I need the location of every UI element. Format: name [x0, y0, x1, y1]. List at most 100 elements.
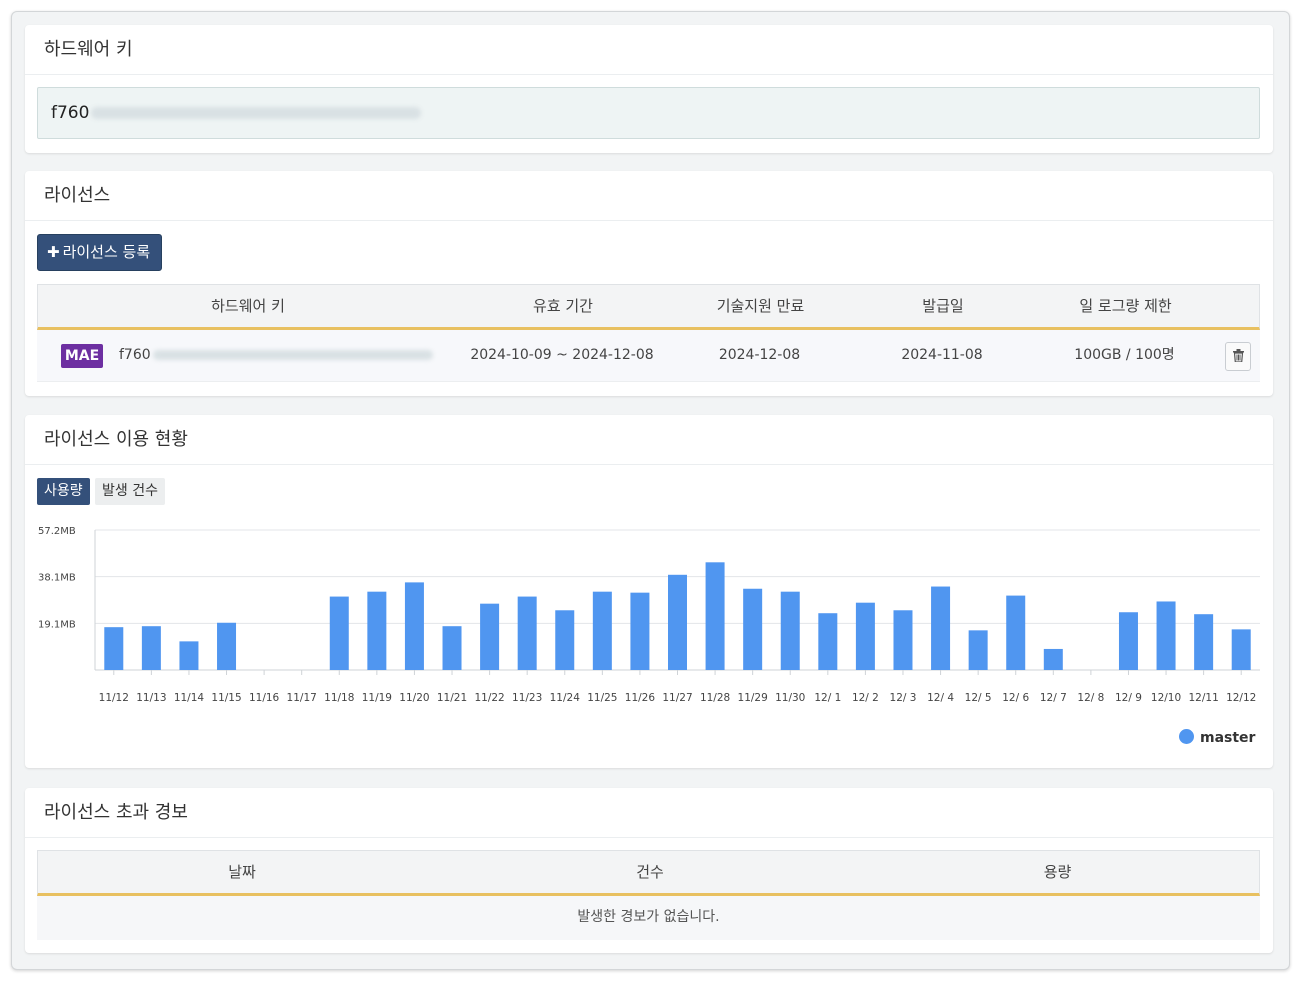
- x-tick-label: 11/25: [587, 692, 617, 704]
- column-header-validity: 유효 기간: [533, 297, 593, 315]
- column-header-count: 건수: [636, 863, 664, 881]
- bar: [705, 562, 725, 670]
- x-tick-label: 11/14: [174, 692, 205, 704]
- bar: [1118, 612, 1138, 670]
- license-table-header: 하드웨어 키 유효 기간 기술지원 만료 발급일 일 로그량 제한: [37, 284, 1260, 330]
- row-hardware-key-value: f760: [119, 347, 151, 363]
- row-daily-limit: 100GB / 100명: [1074, 347, 1175, 363]
- empty-message: 발생한 경보가 없습니다.: [37, 896, 1260, 940]
- x-tick-label: 11/19: [362, 692, 392, 704]
- x-tick-label: 11/23: [512, 692, 542, 704]
- bar: [743, 588, 763, 670]
- bar: [818, 613, 838, 670]
- alert-panel: 라이선스 초과 경보 날짜 건수 용량 발생한 경보가 없습니다.: [25, 788, 1273, 953]
- bar: [780, 591, 800, 670]
- bar: [555, 610, 575, 670]
- x-tick-label: 11/30: [775, 692, 805, 704]
- bar: [442, 626, 462, 670]
- column-header-support-expiry: 기술지원 만료: [716, 297, 805, 315]
- license-panel: 라이선스 ✚ 라이선스 등록 하드웨어 키 유효 기간 기술지원 만료 발급일 일…: [25, 171, 1273, 396]
- table-row: MAE f760 2024-10-09 ~ 2024-12-08 2024-12…: [37, 330, 1260, 382]
- row-hardware-key: f760: [119, 330, 433, 380]
- license-panel-title: 라이선스: [25, 171, 1273, 221]
- alert-table-header: 날짜 건수 용량: [37, 850, 1260, 896]
- x-tick-label: 12/10: [1151, 692, 1181, 704]
- delete-license-button[interactable]: [1225, 342, 1251, 371]
- bar: [517, 596, 537, 670]
- row-support-expiry: 2024-12-08: [718, 347, 801, 363]
- license-type-badge: MAE: [61, 344, 103, 368]
- chart-legend[interactable]: master: [1179, 729, 1255, 746]
- bar: [1231, 629, 1251, 670]
- trash-icon: [1232, 349, 1244, 363]
- bar: [1194, 614, 1214, 670]
- bar: [1006, 595, 1026, 670]
- x-tick-label: 11/15: [211, 692, 241, 704]
- x-tick-label: 12/12: [1226, 692, 1256, 704]
- hardware-key-field[interactable]: f760: [37, 87, 1260, 139]
- license-table: 하드웨어 키 유효 기간 기술지원 만료 발급일 일 로그량 제한 MAE f7…: [37, 284, 1260, 382]
- bar: [855, 602, 875, 670]
- x-tick-label: 11/22: [474, 692, 504, 704]
- x-tick-label: 11/17: [287, 692, 317, 704]
- bar: [630, 592, 650, 670]
- bar: [1043, 648, 1063, 670]
- page-container: 하드웨어 키 f760 라이선스 ✚ 라이선스 등록 하드웨어 키 유효 기간 기…: [11, 11, 1290, 970]
- legend-label-master: master: [1200, 730, 1256, 746]
- x-tick-label: 12/ 6: [1002, 692, 1029, 704]
- column-header-volume: 용량: [1043, 863, 1072, 881]
- alert-table: 날짜 건수 용량 발생한 경보가 없습니다.: [37, 850, 1260, 940]
- x-tick-label: 12/ 5: [965, 692, 992, 704]
- column-header-date: 날짜: [228, 863, 256, 881]
- x-tick-label: 11/18: [324, 692, 354, 704]
- bar: [480, 603, 500, 670]
- bar: [179, 641, 199, 670]
- hardware-key-value: f760: [51, 103, 90, 123]
- x-tick-label: 11/24: [550, 692, 581, 704]
- x-tick-label: 11/28: [700, 692, 730, 704]
- x-tick-label: 11/16: [249, 692, 280, 704]
- bar: [893, 610, 913, 670]
- usage-panel: 라이선스 이용 현황 사용량 발생 건수 57.2MB 38.1MB 19.1MB 1…: [25, 415, 1273, 768]
- x-tick-label: 11/20: [399, 692, 429, 704]
- x-tick-label: 11/13: [136, 692, 166, 704]
- bar: [668, 574, 687, 670]
- y-tick-label: 38.1MB: [38, 573, 76, 584]
- bar: [1156, 601, 1176, 670]
- hardware-key-panel-title: 하드웨어 키: [25, 25, 1273, 75]
- legend-dot-icon: [1179, 729, 1194, 744]
- redacted-key-blur: [152, 350, 433, 360]
- bar: [968, 630, 988, 670]
- bar: [404, 582, 424, 670]
- column-header-daily-limit: 일 로그량 제한: [1079, 297, 1172, 315]
- x-tick-label: 12/ 7: [1040, 692, 1067, 704]
- alert-panel-title: 라이선스 초과 경보: [25, 788, 1273, 838]
- add-license-label: 라이선스 등록: [62, 243, 151, 261]
- x-tick-label: 12/11: [1188, 692, 1218, 704]
- bar: [329, 596, 349, 670]
- row-issued: 2024-11-08: [901, 347, 983, 363]
- y-tick-label: 57.2MB: [38, 526, 76, 537]
- column-header-issued: 발급일: [922, 297, 964, 315]
- x-tick-label: 11/21: [437, 692, 467, 704]
- bar: [592, 591, 612, 670]
- usage-bar-chart: 57.2MB 38.1MB 19.1MB 11/12 11/13 11/14 11/15 11…: [38, 526, 1260, 704]
- hardware-key-panel: 하드웨어 키 f760: [25, 25, 1273, 153]
- bar: [367, 591, 387, 670]
- x-tick-label: 12/ 2: [852, 692, 879, 704]
- column-header-hardware-key: 하드웨어 키: [211, 297, 285, 315]
- x-tick-label: 12/ 8: [1077, 692, 1104, 704]
- bar: [931, 586, 951, 670]
- plus-icon: ✚: [47, 243, 60, 261]
- bar: [217, 622, 237, 670]
- x-tick-label: 11/27: [662, 692, 692, 704]
- row-validity: 2024-10-09 ~ 2024-12-08: [470, 347, 654, 363]
- x-tick-label: 12/ 1: [814, 692, 841, 704]
- redacted-key-blur: [91, 107, 422, 119]
- add-license-button[interactable]: ✚ 라이선스 등록: [37, 234, 162, 271]
- x-tick-label: 12/ 4: [927, 692, 954, 704]
- bar: [104, 627, 124, 670]
- x-tick-label: 12/ 9: [1115, 692, 1142, 704]
- y-tick-label: 19.1MB: [38, 619, 76, 630]
- x-tick-label: 11/12: [99, 692, 129, 704]
